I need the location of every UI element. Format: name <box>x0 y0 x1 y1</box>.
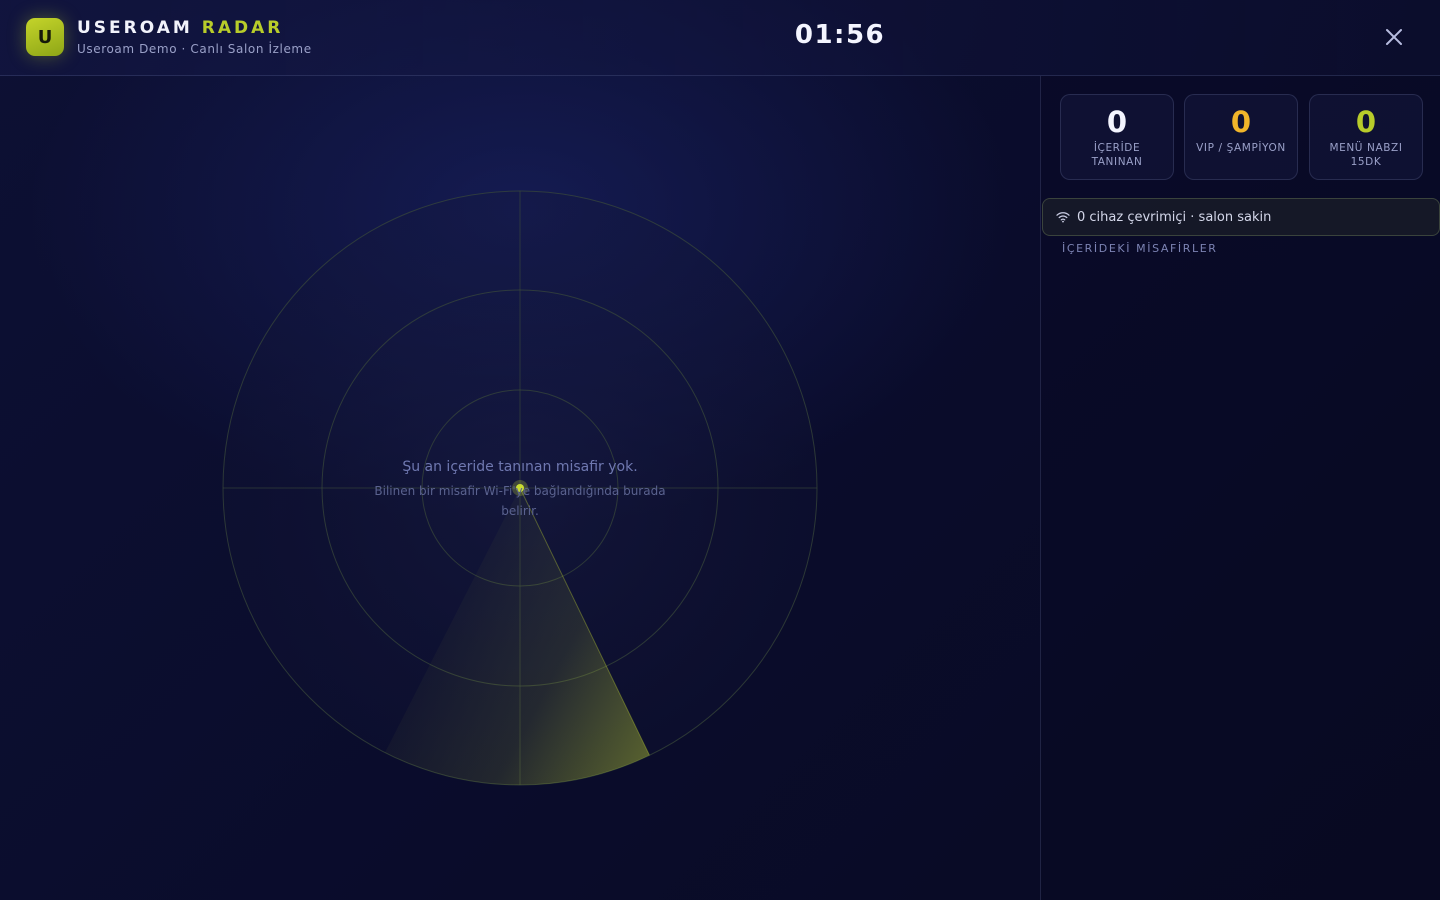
radar-area: Şu an içeride tanınan misafir yok. Bilin… <box>0 76 1040 900</box>
stat-label-recognized: İÇERİDE TANINAN <box>1091 142 1143 168</box>
clock: 01:56 <box>794 20 886 50</box>
stat-value-vip: 0 <box>1230 105 1252 139</box>
stat-card-recognized: 0 İÇERİDE TANINAN <box>1060 94 1174 180</box>
stat-card-vip: 0 VIP / ŞAMPİYON <box>1184 94 1298 180</box>
guests-section-title: İÇERİDEKİ MİSAFİRLER <box>1062 242 1218 255</box>
stat-label-menu-pulse: MENÜ NABZI 15DK <box>1329 142 1403 168</box>
brand-accent: RADAR <box>201 18 284 38</box>
app-subtitle: Useroam Demo · Canlı Salon İzleme <box>77 42 312 56</box>
logo-letter: U <box>37 26 53 48</box>
app-logo: U <box>26 18 64 56</box>
stat-value-recognized: 0 <box>1106 105 1128 139</box>
stat-card-menu-pulse: 0 MENÜ NABZI 15DK <box>1309 94 1423 180</box>
wifi-status-text: 0 cihaz çevrimiçi · salon sakin <box>1077 209 1272 225</box>
top-bar: U USEROAM RADAR Useroam Demo · Canlı Sal… <box>0 0 1440 76</box>
wifi-status-bar: 0 cihaz çevrimiçi · salon sakin <box>1042 198 1440 236</box>
stat-value-menu-pulse: 0 <box>1355 105 1377 139</box>
empty-state-title: Şu an içeride tanınan misafir yok. <box>402 459 638 475</box>
close-icon <box>1386 29 1402 45</box>
side-panel: 0 İÇERİDE TANINAN 0 VIP / ŞAMPİYON 0 MEN… <box>1040 76 1440 900</box>
stat-label-vip: VIP / ŞAMPİYON <box>1196 142 1286 154</box>
close-button[interactable] <box>1378 22 1410 52</box>
wifi-icon <box>1056 212 1070 223</box>
stats-row: 0 İÇERİDE TANINAN 0 VIP / ŞAMPİYON 0 MEN… <box>1060 94 1423 180</box>
empty-state-description: Bilinen bir misafir Wi-Fi'ye bağlandığın… <box>374 484 666 518</box>
app-title: USEROAM RADAR <box>77 18 283 38</box>
brand-main: USEROAM <box>77 18 193 38</box>
